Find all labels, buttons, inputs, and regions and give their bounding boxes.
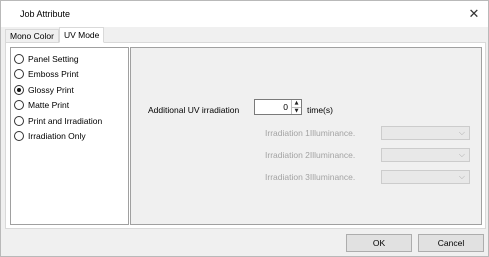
irradiation-2-label: Irradiation 2Illuminance. <box>265 150 356 160</box>
mode-matte-print[interactable]: Matte Print <box>11 98 128 114</box>
tab-strip: Mono Color UV Mode <box>5 27 105 43</box>
irradiation-1-label: Irradiation 1Illuminance. <box>265 128 356 138</box>
close-icon[interactable]: ✕ <box>460 1 488 27</box>
irradiation-3-select[interactable]: ⌵ <box>381 170 470 184</box>
radio-button[interactable] <box>14 53 24 64</box>
times-unit-label: time(s) <box>307 105 333 115</box>
uv-mode-panel: Panel Setting Emboss Print Glossy Print … <box>5 42 486 229</box>
mode-label: Irradiation Only <box>28 131 86 142</box>
mode-label: Glossy Print <box>28 84 74 95</box>
chevron-down-icon: ⌵ <box>458 150 465 159</box>
mode-print-and-irradiation[interactable]: Print and Irradiation <box>11 113 128 129</box>
mode-label: Matte Print <box>28 100 70 111</box>
radio-button[interactable] <box>14 100 24 111</box>
radio-button[interactable] <box>14 69 24 80</box>
mode-label: Emboss Print <box>28 69 79 80</box>
stepper-buttons: ▲ ▼ <box>291 100 301 114</box>
window-title: Job Attribute <box>20 9 71 19</box>
mode-panel-setting[interactable]: Panel Setting <box>11 51 128 67</box>
radio-button[interactable] <box>14 115 24 126</box>
mode-glossy-print[interactable]: Glossy Print <box>11 82 128 98</box>
print-mode-list: Panel Setting Emboss Print Glossy Print … <box>10 47 129 225</box>
tab-mono-color[interactable]: Mono Color <box>5 29 59 43</box>
ok-button[interactable]: OK <box>346 234 412 252</box>
title-bar: Job Attribute ✕ <box>1 1 488 27</box>
chevron-down-icon: ⌵ <box>458 172 465 181</box>
irradiation-2-select[interactable]: ⌵ <box>381 148 470 162</box>
mode-emboss-print[interactable]: Emboss Print <box>11 67 128 83</box>
additional-uv-label: Additional UV irradiation <box>148 105 240 115</box>
cancel-button[interactable]: Cancel <box>418 234 484 252</box>
irradiation-3-label: Irradiation 3Illuminance. <box>265 172 356 182</box>
stepper-down-icon[interactable]: ▼ <box>292 106 301 115</box>
uv-irradiation-value[interactable]: 0 <box>255 100 291 114</box>
job-attribute-dialog: Job Attribute ✕ Mono Color UV Mode Panel… <box>0 0 489 257</box>
mode-irradiation-only[interactable]: Irradiation Only <box>11 129 128 145</box>
mode-label: Print and Irradiation <box>28 115 103 126</box>
mode-label: Panel Setting <box>28 53 79 64</box>
uv-irradiation-stepper[interactable]: 0 ▲ ▼ <box>254 99 302 115</box>
chevron-down-icon: ⌵ <box>458 128 465 137</box>
irradiation-1-select[interactable]: ⌵ <box>381 126 470 140</box>
radio-button-selected[interactable] <box>14 84 24 95</box>
mode-settings-box: Additional UV irradiation 0 ▲ ▼ time(s) … <box>130 47 482 225</box>
radio-button[interactable] <box>14 131 24 142</box>
tab-uv-mode[interactable]: UV Mode <box>58 27 105 43</box>
